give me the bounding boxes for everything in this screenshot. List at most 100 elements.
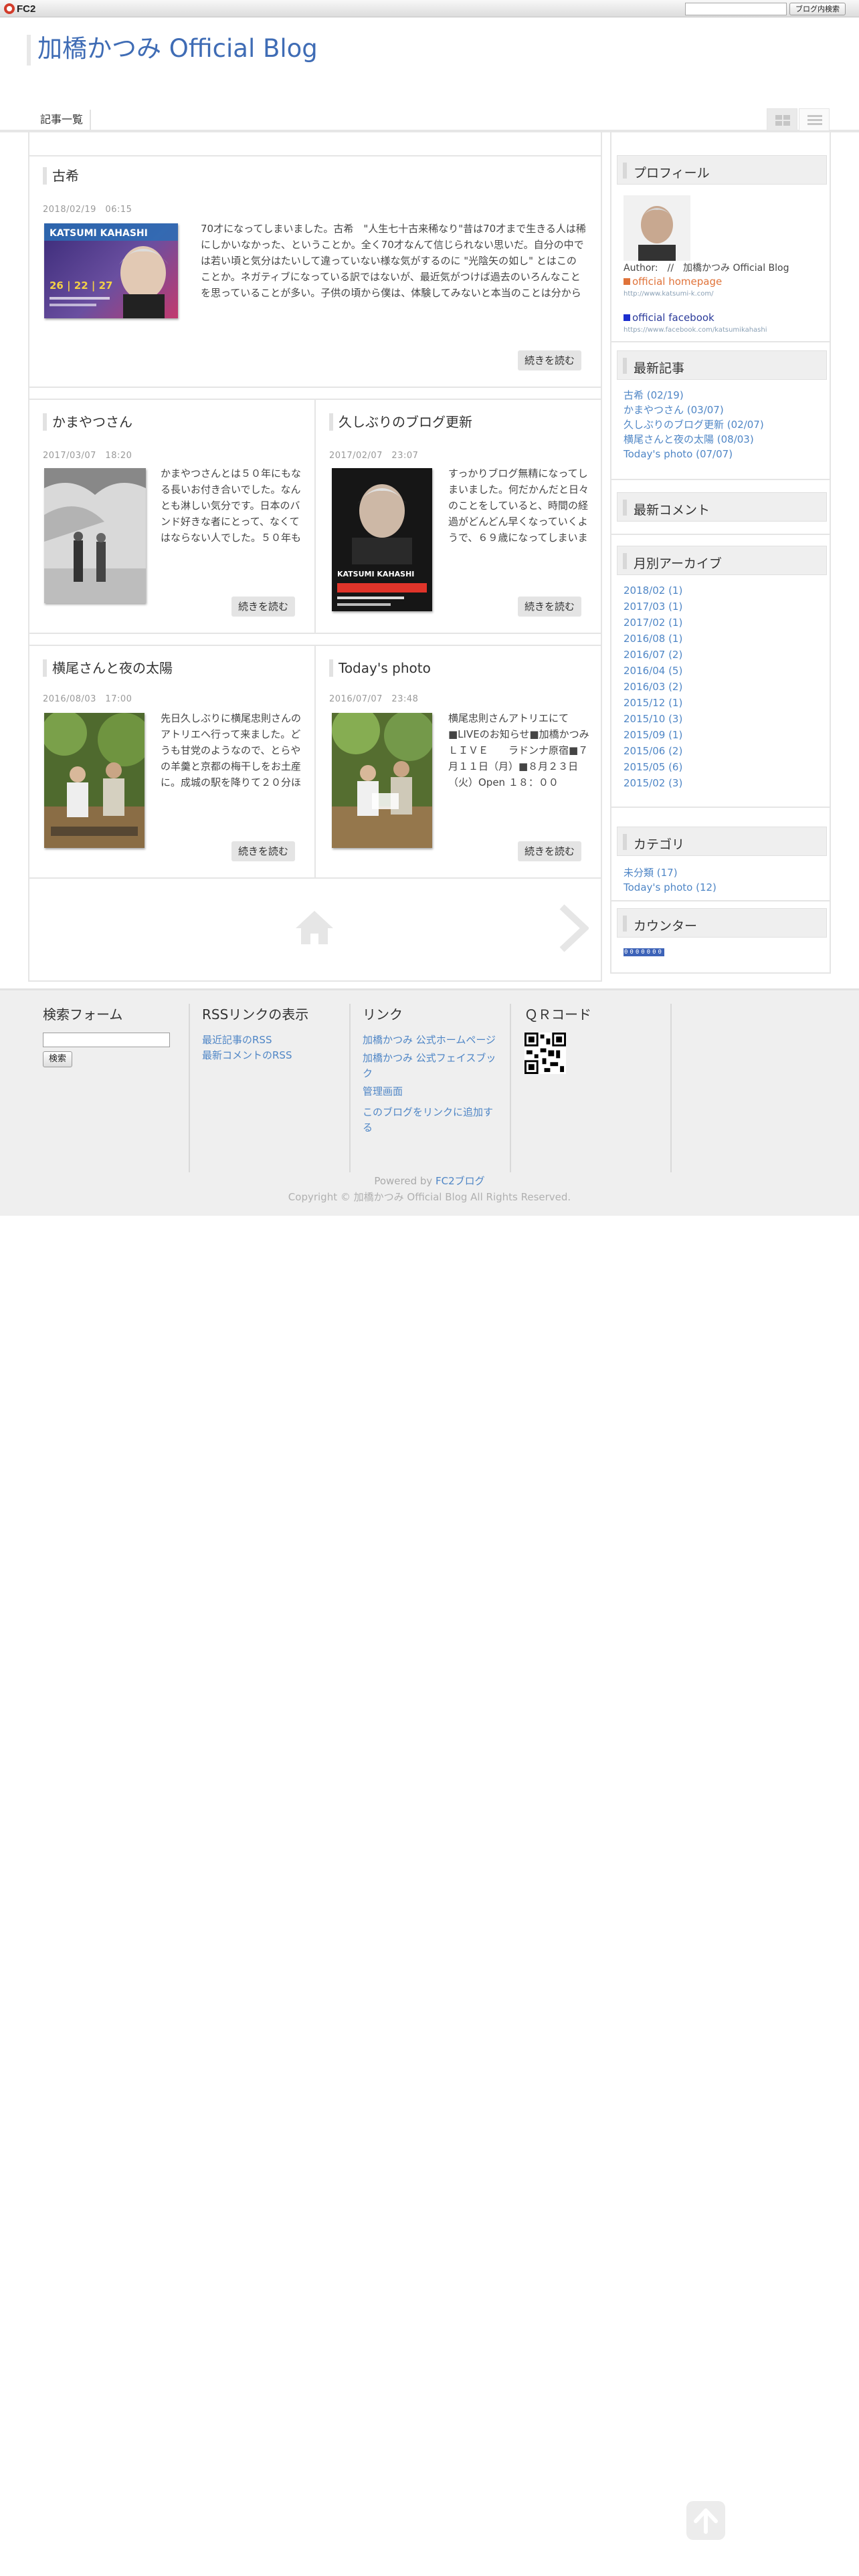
title-accent-bar [27,35,31,66]
footer-column-divider [670,1004,672,1172]
widget-divider [611,479,830,480]
read-more-button[interactable]: 続きを読む [518,597,582,617]
list-view-button[interactable] [799,108,830,131]
recent-item[interactable]: Today's photo (07/07) [624,447,733,461]
homepage-link-label: official homepage [632,276,723,288]
blog-search-button[interactable]: ブログ内検索 [789,3,846,15]
recent-item[interactable]: 久しぶりのブログ更新 (02/07) [624,417,764,432]
facebook-square-icon [624,314,630,321]
add-blog-link[interactable]: このブログをリンクに追加する [363,1105,500,1136]
archive-item[interactable]: 2015/10 (3) [624,712,682,726]
blog-search-input[interactable] [685,3,787,15]
facebook-url[interactable]: https://www.facebook.com/katsumikahashi [624,326,767,334]
read-more-button[interactable]: 続きを読む [231,597,296,617]
footer: 検索フォーム 検索 RSSリンクの表示 最近記事のRSS 最新コメントのRSS … [0,988,859,1216]
entry-title[interactable]: Today's photo [329,659,431,677]
poster-dates: 26 | 22 | 27 [50,280,112,292]
entry-date: 2017/03/07 18:20 [43,451,132,461]
entry-date: 2017/02/07 23:07 [329,451,419,461]
archive-item[interactable]: 2015/09 (1) [624,728,682,742]
bw-photo-image [44,468,146,603]
entry-thumbnail[interactable]: KATSUMI KAHASHI 26 | 22 | 27 [44,223,178,318]
homepage-square-icon [624,278,630,285]
poster-artist-name: KATSUMI KAHASHI [50,228,148,239]
atelier-photo-image [44,713,145,848]
official-homepage-footer-link[interactable]: 加橋かつみ 公式ホームページ [363,1033,500,1048]
archive-item[interactable]: 2017/03 (1) [624,599,682,614]
visitor-counter: 0000000 [624,948,664,956]
read-more-button[interactable]: 続きを読む [518,350,582,370]
category-widget-header: カテゴリ [617,827,827,856]
recent-item[interactable]: かまやつさん (03/07) [624,403,724,417]
next-page-icon[interactable] [558,904,590,955]
category-item[interactable]: 未分類 (17) [624,865,678,880]
entry-title[interactable]: かまやつさん [43,413,132,431]
admin-link[interactable]: 管理画面 [363,1084,500,1099]
archive-item[interactable]: 2016/07 (2) [624,647,682,662]
archive-item[interactable]: 2018/02 (1) [624,583,682,598]
entry-title[interactable]: 古希 [43,167,79,185]
recent-item[interactable]: 古希 (02/19) [624,388,684,403]
official-homepage-link[interactable]: official homepage [624,274,722,289]
concert-poster-image: KATSUMI KAHASHI 26 | 22 | 27 [44,223,178,318]
grid-view-button[interactable] [767,108,797,131]
fc2-logo[interactable]: FC2 [4,3,35,15]
entry-excerpt: 70才になってしまいました。古希 "人生七十古来稀なり"昔は70才まで生きる人は… [201,223,586,299]
widget-heading: カテゴリ [634,837,685,852]
entry-date: 2018/02/19 06:15 [43,205,132,215]
footer-heading: RSSリンクの表示 [202,1006,309,1023]
home-icon[interactable] [294,909,335,948]
back-to-top-button[interactable] [686,2501,725,2540]
footer-search-input[interactable] [43,1033,170,1047]
archive-item[interactable]: 2015/02 (3) [624,776,682,790]
rss-comments-link[interactable]: 最新コメントのRSS [202,1048,363,1063]
entry-title[interactable]: 横尾さんと夜の太陽 [43,659,173,677]
entry-thumbnail[interactable]: KATSUMI KAHASHI [332,468,432,611]
counter-widget-header: カウンター [617,908,827,938]
tab-article-list[interactable]: 記事一覧 [33,110,92,130]
footer-search-form: 検索フォーム 検索 [43,1004,203,1067]
recent-item[interactable]: 横尾さんと夜の太陽 (08/03) [624,432,754,447]
entry-divider [28,633,602,634]
profile-widget-header: プロフィール [617,155,827,185]
archive-widget-header: 月別アーカイブ [617,546,827,575]
archive-item[interactable]: 2016/03 (2) [624,679,682,694]
list-view-icon [807,115,822,126]
fc2-logo-icon [4,3,15,14]
archive-item[interactable]: 2016/08 (1) [624,631,682,646]
footer-search-button[interactable]: 検索 [43,1051,72,1067]
archive-item[interactable]: 2015/06 (2) [624,744,682,758]
category-item[interactable]: Today's photo (12) [624,880,717,895]
widget-heading: 最新記事 [634,361,685,376]
footer-column-divider [349,1004,351,1172]
entry-thumbnail[interactable] [44,713,145,848]
archive-item[interactable]: 2017/02 (1) [624,615,682,630]
widget-divider [611,900,830,901]
fc2-blog-link[interactable]: FC2ブログ [436,1175,485,1187]
blog-title[interactable]: 加橋かつみ Official Blog [37,32,318,66]
homepage-url[interactable]: http://www.katsumi-k.com/ [624,290,713,298]
poster-artist-name: KATSUMI KAHASHI [337,570,414,578]
archive-item[interactable]: 2016/04 (5) [624,663,682,678]
entry-thumbnail[interactable] [332,713,432,848]
rss-articles-link[interactable]: 最近記事のRSS [202,1033,363,1048]
entry-title[interactable]: 久しぶりのブログ更新 [329,413,472,431]
profile-avatar [624,195,690,261]
archive-item[interactable]: 2015/05 (6) [624,760,682,774]
entry-excerpt: すっかりブログ無精になってしまいました。何だかんだと日々のことをしていると、時間… [448,467,589,544]
footer-column-divider [510,1004,511,1172]
powered-by: Powered by FC2ブログ [0,1174,859,1188]
widget-divider [611,807,830,808]
grid-view-icon [775,115,790,126]
entry-thumbnail[interactable] [44,468,146,603]
entry-excerpt: かまやつさんとは５０年にもなる長いお付き合いでした。なんとも淋しい気分です。日本… [161,467,302,544]
atelier-photo-image [332,713,432,848]
footer-heading: リンク [363,1006,403,1023]
read-more-button[interactable]: 続きを読む [518,841,582,861]
fc2-logo-text: FC2 [17,3,36,15]
archive-item[interactable]: 2015/12 (1) [624,695,682,710]
footer-column-divider [189,1004,190,1172]
read-more-button[interactable]: 続きを読む [231,841,296,861]
official-facebook-link[interactable]: official facebook [624,310,714,325]
official-facebook-footer-link[interactable]: 加橋かつみ 公式フェイスブック [363,1051,500,1081]
